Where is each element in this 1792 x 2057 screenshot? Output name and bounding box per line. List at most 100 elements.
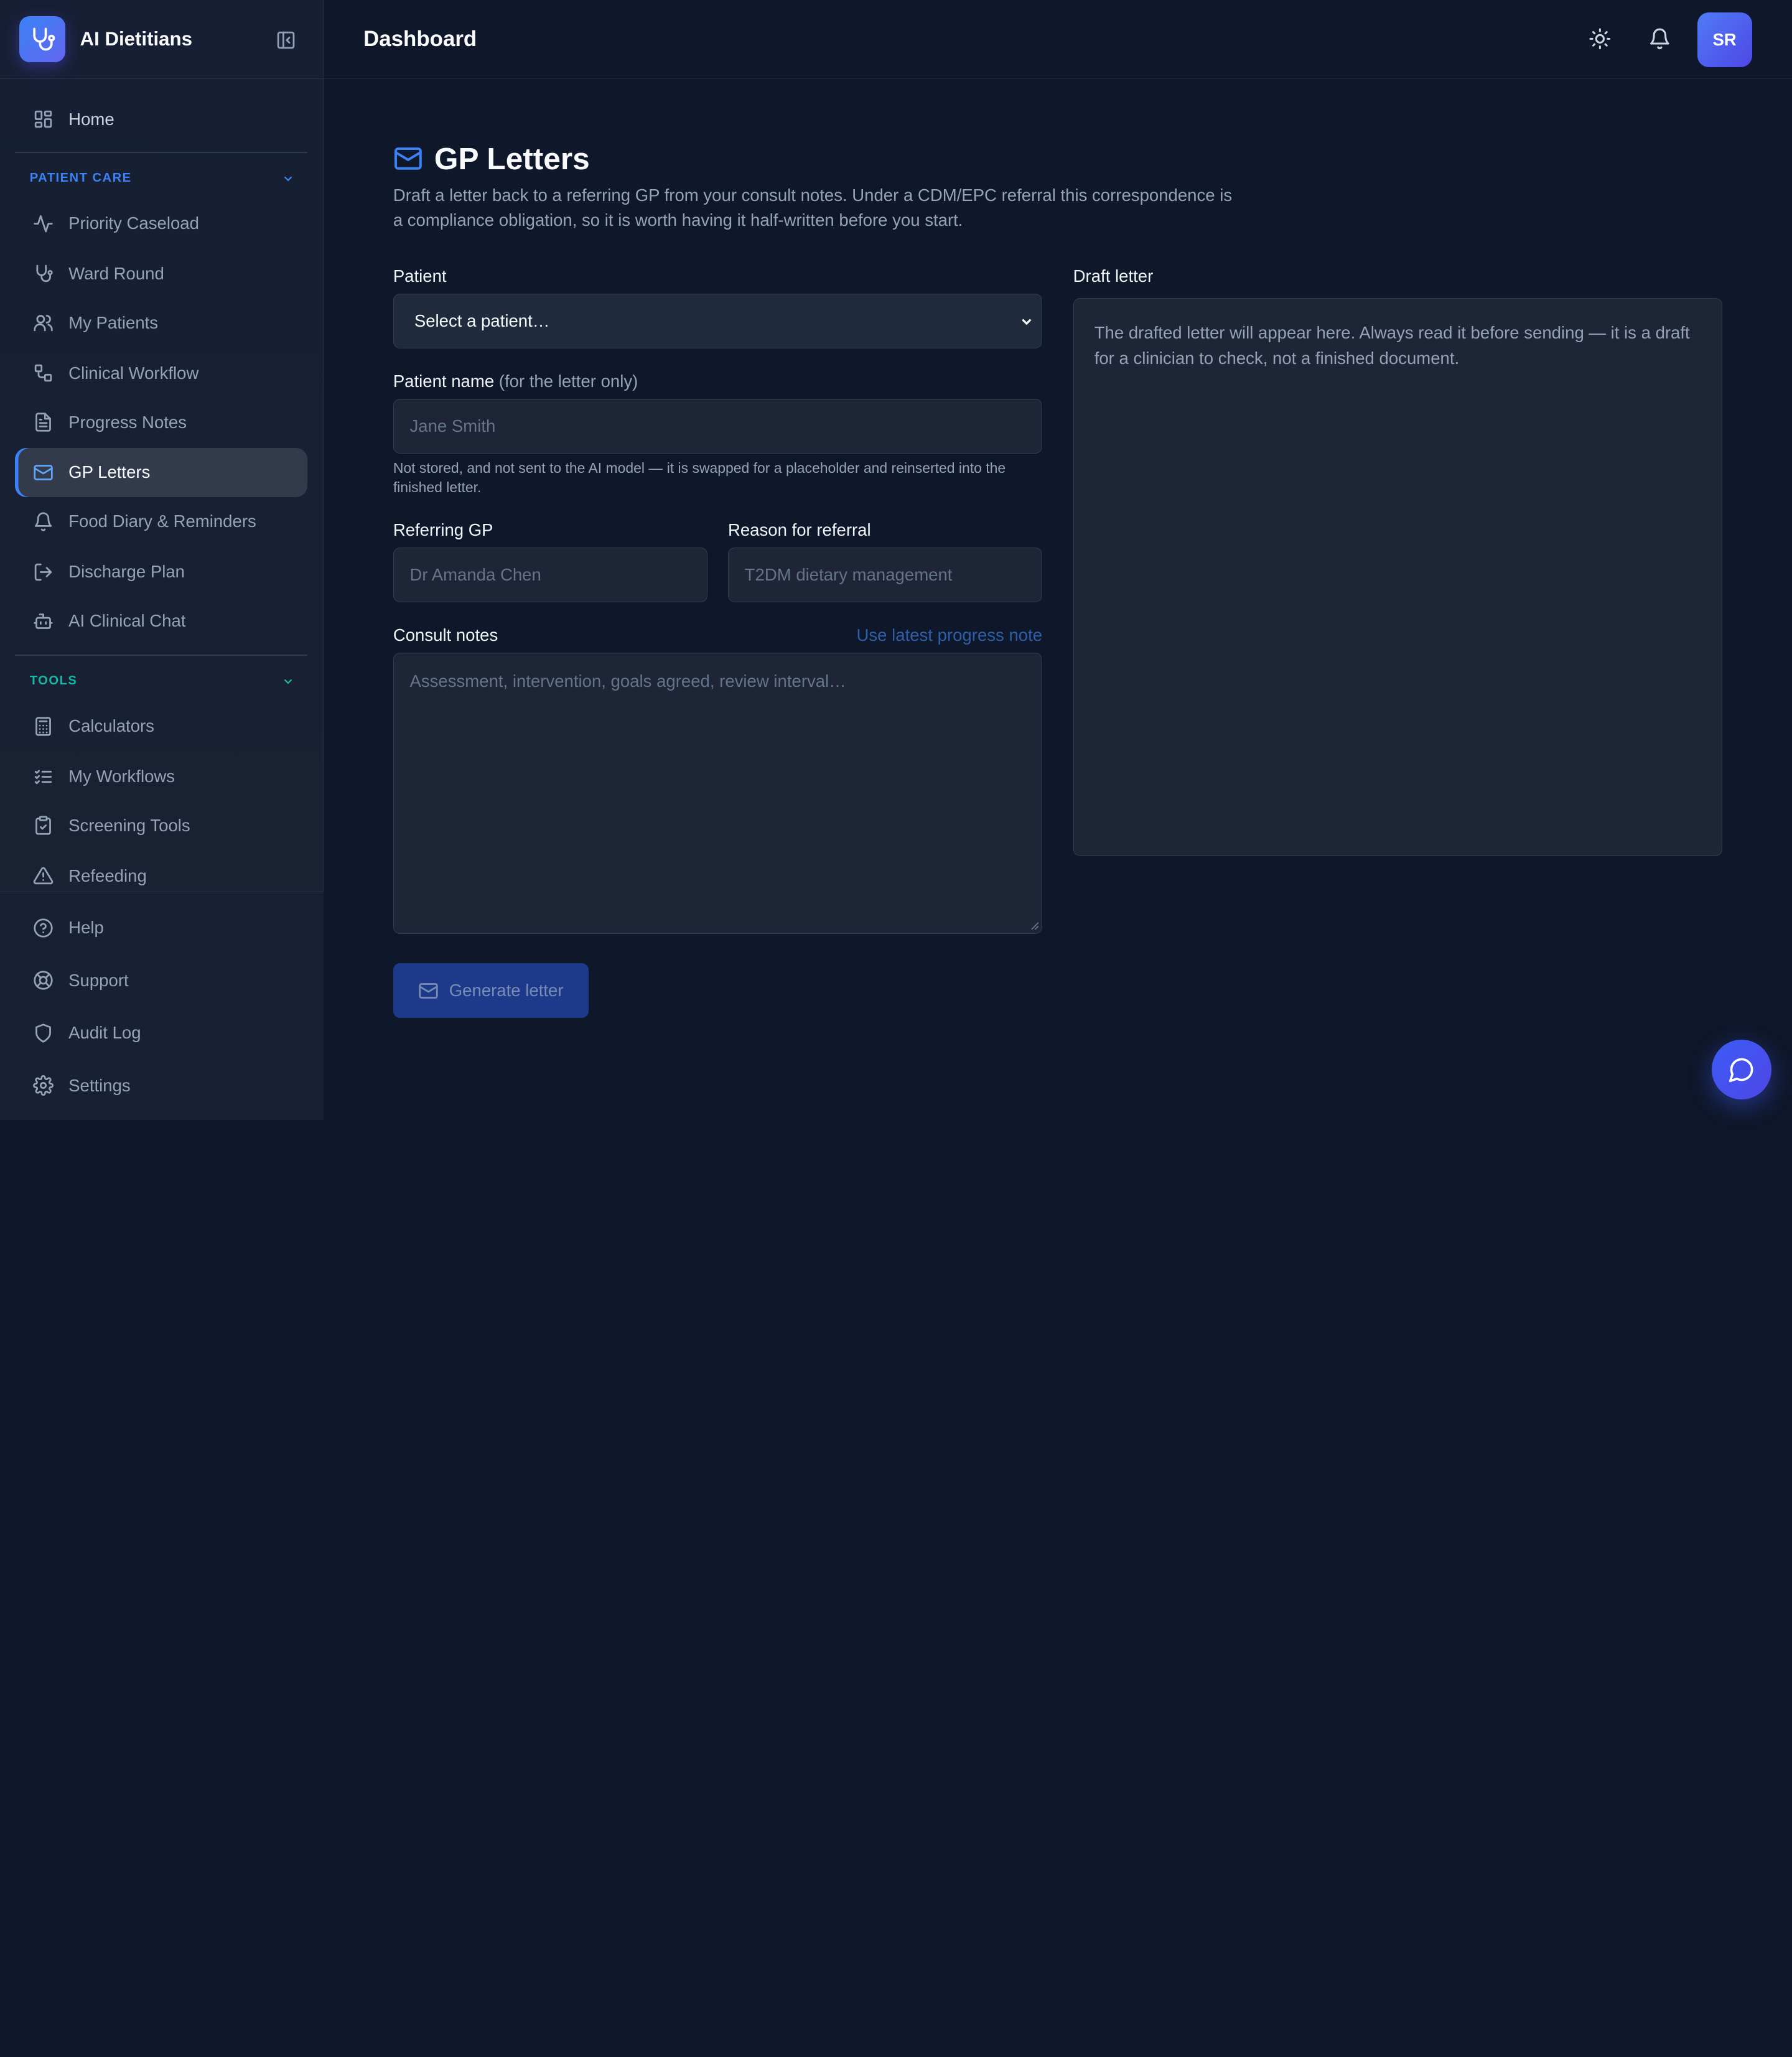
clipboard-check-icon — [35, 816, 52, 836]
draft-letter-placeholder: The drafted letter will appear here. Alw… — [1094, 323, 1690, 368]
sidebar-item-priority-caseload[interactable]: Priority Caseload — [15, 199, 307, 248]
divider — [14, 655, 308, 656]
patient-name-label-text: Patient name — [393, 371, 495, 391]
sidebar-item-discharge-plan[interactable]: Discharge Plan — [15, 548, 307, 597]
file-text-icon — [35, 413, 52, 432]
referring-gp-placeholder: Dr Amanda Chen — [409, 564, 541, 584]
brand-name: AI Dietitians — [80, 27, 192, 50]
page-title-text: GP Letters — [434, 141, 590, 176]
patient-name-hint: Not stored, and not sent to the AI model… — [393, 459, 1006, 495]
bell-icon — [35, 512, 52, 531]
section-tools[interactable]: TOOLS — [30, 669, 295, 693]
sidebar-item-gp-letters[interactable]: GP Letters — [14, 447, 308, 497]
app-root: AI Dietitians Home PATIENT CARE Priority… — [0, 0, 1792, 1120]
topbar: Dashboard SR — [323, 0, 1792, 79]
alert-triangle-icon — [34, 867, 54, 885]
chat-fab-button[interactable] — [1712, 1040, 1771, 1099]
mail-icon — [419, 982, 438, 999]
dashboard-icon — [35, 111, 52, 128]
sidebar-item-my-patients[interactable]: My Patients — [15, 298, 307, 347]
sidebar-item-label: GP Letters — [68, 462, 151, 482]
resize-handle-icon[interactable] — [1030, 921, 1040, 931]
reason-placeholder: T2DM dietary management — [744, 564, 953, 584]
calculator-icon — [35, 717, 52, 736]
bot-icon — [34, 613, 53, 629]
activity-icon — [34, 215, 53, 232]
patient-name-placeholder: Jane Smith — [409, 416, 496, 436]
patient-select-value: Select a patient… — [414, 311, 550, 331]
sidebar-item-label: Audit Log — [68, 1023, 141, 1043]
referring-gp-input[interactable]: Dr Amanda Chen — [393, 547, 707, 602]
list-checks-icon — [35, 770, 52, 784]
use-latest-progress-note-link[interactable]: Use latest progress note — [856, 625, 1042, 645]
avatar[interactable]: SR — [1697, 12, 1752, 68]
sidebar-item-audit-log[interactable]: Audit Log — [15, 1009, 307, 1058]
section-patient-care[interactable]: PATIENT CARE — [30, 167, 295, 190]
help-circle-icon — [34, 918, 53, 938]
sidebar-item-label: Calculators — [68, 716, 154, 736]
patient-select[interactable]: Select a patient… — [393, 294, 1043, 349]
stethoscope-icon — [36, 265, 53, 282]
generate-letter-label: Generate letter — [449, 981, 564, 1001]
sidebar-item-support[interactable]: Support — [15, 956, 307, 1005]
sidebar-bottom: Help Support Audit Log Settings — [0, 891, 324, 1120]
sidebar-item-progress-notes[interactable]: Progress Notes — [15, 398, 307, 447]
sidebar-item-screening-tools[interactable]: Screening Tools — [15, 801, 307, 851]
section-heading: TOOLS — [29, 674, 78, 688]
sidebar-item-label: Progress Notes — [68, 412, 187, 432]
sidebar-item-settings[interactable]: Settings — [15, 1061, 307, 1110]
sidebar-item-label: Food Diary & Reminders — [68, 511, 256, 531]
sidebar-item-help[interactable]: Help — [15, 903, 307, 953]
sidebar-item-label: Support — [68, 970, 129, 990]
generate-letter-button[interactable]: Generate letter — [393, 963, 589, 1019]
sun-icon[interactable] — [1586, 25, 1613, 52]
consult-notes-textarea[interactable]: Assessment, intervention, goals agreed, … — [393, 652, 1043, 934]
collapse-sidebar-icon[interactable] — [275, 29, 298, 52]
patient-name-label: Patient name (for the letter only) — [393, 371, 638, 391]
workflow-icon — [35, 364, 52, 382]
sidebar-item-calculators[interactable]: Calculators — [15, 702, 307, 751]
sidebar-item-ward-round[interactable]: Ward Round — [15, 249, 307, 298]
sidebar-item-label: AI Clinical Chat — [68, 611, 186, 631]
sidebar-item-label: Home — [68, 109, 114, 129]
consult-notes-placeholder: Assessment, intervention, goals agreed, … — [409, 671, 846, 691]
consult-notes-label: Consult notes — [393, 625, 498, 645]
mail-icon — [34, 465, 53, 480]
reason-label: Reason for referral — [727, 520, 871, 539]
sidebar-item-label: Priority Caseload — [68, 213, 199, 233]
sidebar-item-food-diary[interactable]: Food Diary & Reminders — [15, 497, 307, 546]
brand-header: AI Dietitians — [0, 0, 323, 79]
page-header-title: Dashboard — [363, 26, 477, 51]
sidebar-item-label: Screening Tools — [68, 816, 190, 835]
sidebar-item-label: My Workflows — [68, 767, 175, 786]
bell-icon[interactable] — [1646, 25, 1673, 52]
sidebar: AI Dietitians Home PATIENT CARE Priority… — [0, 0, 324, 1120]
sidebar-item-label: Settings — [68, 1075, 131, 1095]
main-content: GP Letters Draft a letter back to a refe… — [324, 79, 1792, 1120]
gear-icon — [33, 1075, 54, 1096]
sidebar-item-label: My Patients — [68, 312, 159, 332]
patient-name-input[interactable]: Jane Smith — [393, 398, 1043, 454]
sidebar-item-label: Ward Round — [68, 263, 164, 283]
page-title: GP Letters — [393, 141, 590, 177]
sidebar-item-my-workflows[interactable]: My Workflows — [15, 752, 307, 801]
sidebar-item-label: Refeeding — [68, 865, 147, 885]
message-circle-icon — [1729, 1058, 1753, 1083]
sidebar-item-clinical-workflow[interactable]: Clinical Workflow — [15, 348, 307, 398]
log-out-icon — [35, 563, 52, 581]
sidebar-item-label: Clinical Workflow — [68, 363, 199, 383]
divider — [14, 152, 308, 154]
shield-icon — [35, 1024, 52, 1043]
sidebar-item-ai-clinical-chat[interactable]: AI Clinical Chat — [15, 597, 307, 646]
referring-gp-label: Referring GP — [393, 520, 493, 539]
sidebar-item-home[interactable]: Home — [15, 95, 307, 144]
chevron-down-icon — [284, 679, 292, 684]
draft-letter-label: Draft letter — [1073, 266, 1154, 286]
mail-icon — [394, 147, 422, 170]
section-heading: PATIENT CARE — [29, 171, 132, 185]
draft-letter-output[interactable]: The drafted letter will appear here. Alw… — [1073, 298, 1722, 856]
reason-input[interactable]: T2DM dietary management — [727, 547, 1043, 602]
chevron-down-icon — [284, 175, 292, 181]
users-icon — [34, 315, 53, 332]
chevron-down-icon — [1022, 319, 1032, 325]
